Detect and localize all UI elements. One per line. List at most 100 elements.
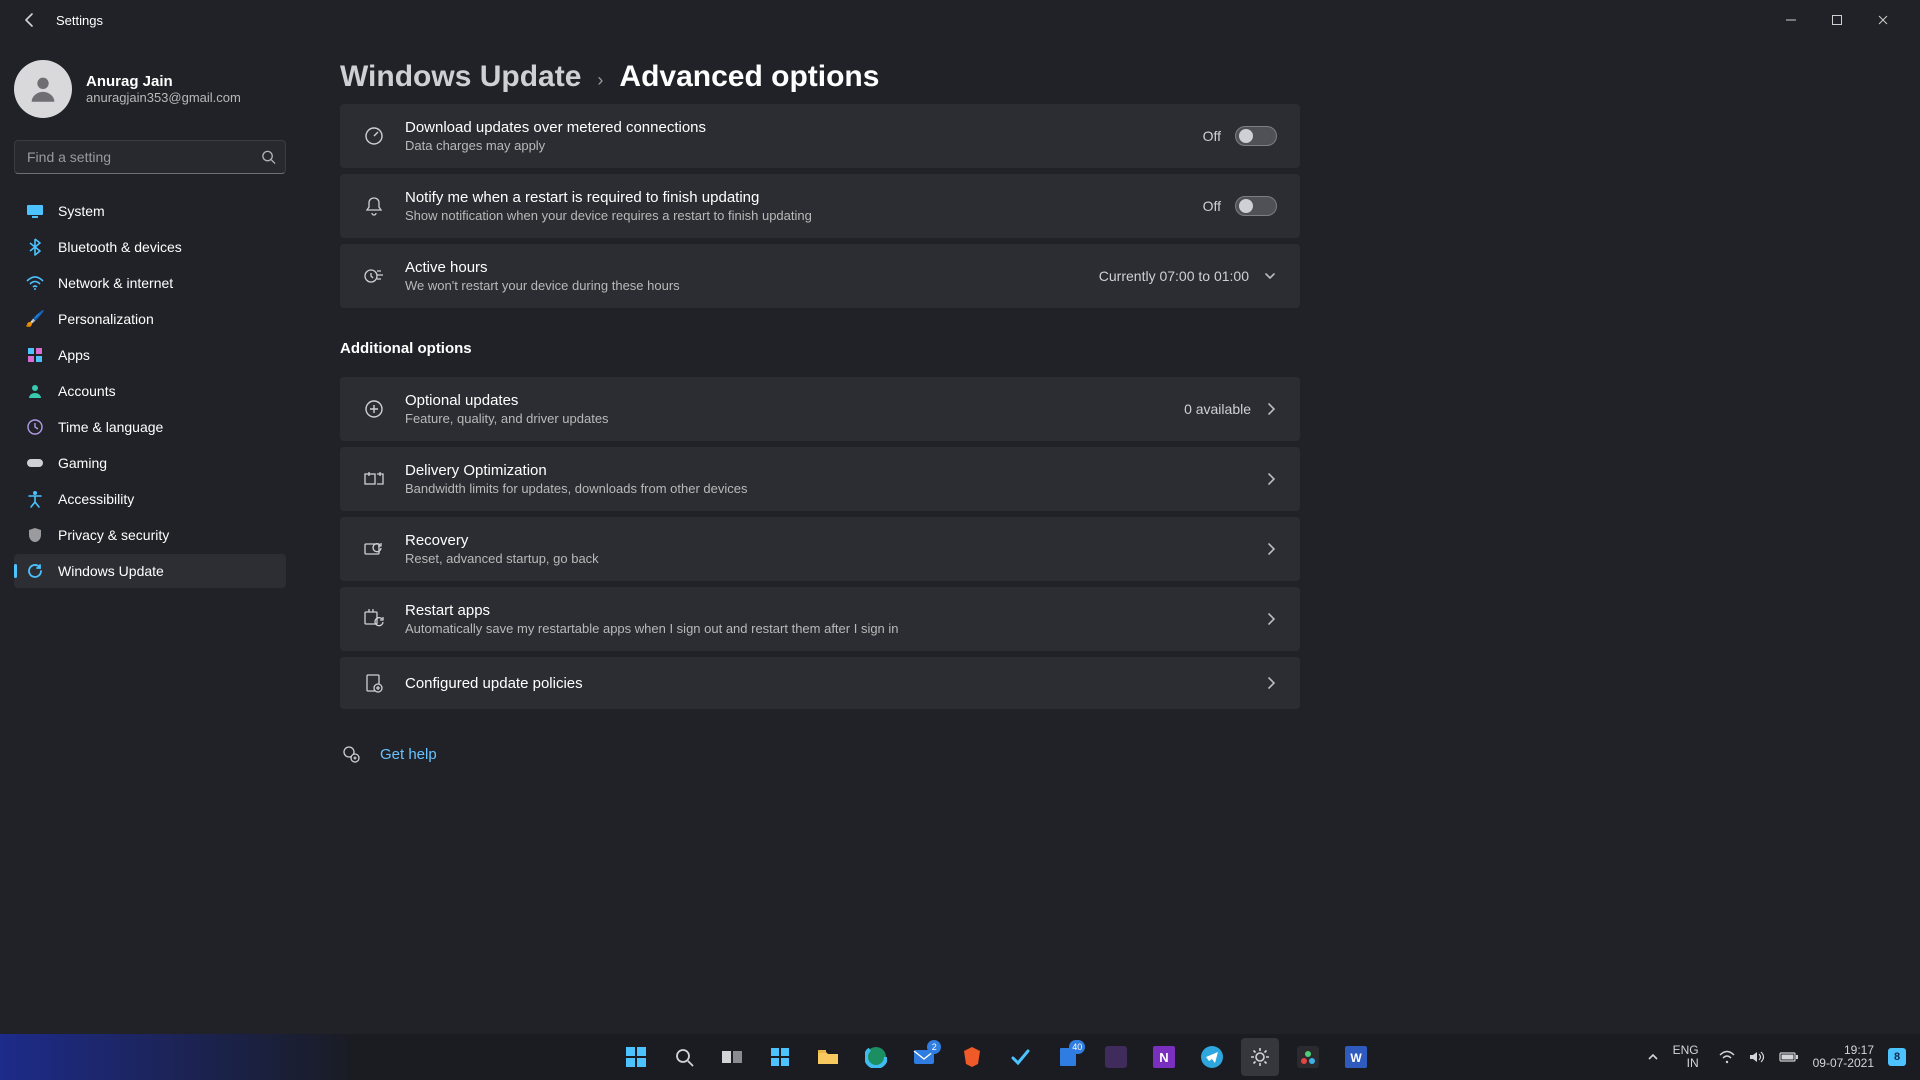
user-profile[interactable]: Anurag Jain anuragjain353@gmail.com — [14, 60, 286, 118]
user-email: anuragjain353@gmail.com — [86, 90, 241, 105]
back-button[interactable] — [14, 4, 46, 36]
help-icon — [340, 743, 362, 765]
toggle-notify-restart[interactable] — [1235, 196, 1277, 216]
restart-apps-icon — [363, 608, 385, 630]
sidebar-item-bluetooth[interactable]: Bluetooth & devices — [14, 230, 286, 264]
recovery-icon — [363, 538, 385, 560]
setting-title: Restart apps — [405, 602, 1245, 619]
setting-title: Active hours — [405, 259, 1079, 276]
tray-battery-icon[interactable] — [1779, 1051, 1799, 1063]
sidebar-item-label: Bluetooth & devices — [58, 239, 182, 255]
sidebar-item-label: System — [58, 203, 105, 219]
setting-configured-policies[interactable]: Configured update policies — [340, 657, 1300, 709]
delivery-icon — [363, 468, 385, 490]
bluetooth-icon — [26, 238, 44, 256]
taskbar-word-app[interactable]: 40 — [1049, 1038, 1087, 1076]
sidebar-item-label: Time & language — [58, 419, 163, 435]
maximize-button[interactable] — [1814, 4, 1860, 36]
sidebar-item-accessibility[interactable]: Accessibility — [14, 482, 286, 516]
sidebar-nav: System Bluetooth & devices Network & int… — [14, 194, 286, 588]
bell-icon — [363, 195, 385, 217]
chevron-right-icon — [1265, 612, 1277, 626]
setting-title: Download updates over metered connection… — [405, 119, 1183, 136]
tray-notification-count[interactable]: 8 — [1888, 1048, 1906, 1066]
sidebar-item-network[interactable]: Network & internet — [14, 266, 286, 300]
tray-wifi-icon[interactable] — [1719, 1050, 1735, 1064]
search-input[interactable] — [14, 140, 286, 174]
person-icon — [26, 72, 60, 106]
setting-notify-restart[interactable]: Notify me when a restart is required to … — [340, 174, 1300, 238]
setting-sub: Show notification when your device requi… — [405, 208, 1183, 223]
setting-sub: Data charges may apply — [405, 138, 1183, 153]
start-button[interactable] — [617, 1038, 655, 1076]
gamepad-icon — [26, 454, 44, 472]
sidebar-item-gaming[interactable]: Gaming — [14, 446, 286, 480]
taskbar-resolve[interactable] — [1289, 1038, 1327, 1076]
taskbar-amazon-music[interactable] — [1097, 1038, 1135, 1076]
get-help-link[interactable]: Get help — [340, 743, 1880, 765]
setting-title: Configured update policies — [405, 675, 1245, 692]
person-icon — [26, 382, 44, 400]
setting-sub: Reset, advanced startup, go back — [405, 551, 1245, 566]
sidebar-item-windows-update[interactable]: Windows Update — [14, 554, 286, 588]
tray-language[interactable]: ENG IN — [1673, 1044, 1699, 1070]
breadcrumb-parent[interactable]: Windows Update — [340, 60, 581, 94]
setting-recovery[interactable]: Recovery Reset, advanced startup, go bac… — [340, 517, 1300, 581]
arrow-left-icon — [22, 12, 38, 28]
setting-sub: Feature, quality, and driver updates — [405, 411, 1164, 426]
taskbar-todo[interactable] — [1001, 1038, 1039, 1076]
setting-optional-updates[interactable]: Optional updates Feature, quality, and d… — [340, 377, 1300, 441]
taskbar-brave[interactable] — [953, 1038, 991, 1076]
setting-title: Notify me when a restart is required to … — [405, 189, 1183, 206]
toggle-metered[interactable] — [1235, 126, 1277, 146]
tray-clock[interactable]: 19:17 09-07-2021 — [1813, 1044, 1874, 1070]
sidebar-item-time-language[interactable]: Time & language — [14, 410, 286, 444]
taskbar-taskview[interactable] — [713, 1038, 751, 1076]
taskbar-explorer[interactable] — [809, 1038, 847, 1076]
sidebar-item-apps[interactable]: Apps — [14, 338, 286, 372]
chevron-right-icon — [1265, 676, 1277, 690]
setting-restart-apps[interactable]: Restart apps Automatically save my resta… — [340, 587, 1300, 651]
taskbar-widgets[interactable] — [761, 1038, 799, 1076]
plus-circle-icon — [363, 398, 385, 420]
taskbar-search[interactable] — [665, 1038, 703, 1076]
get-help-label[interactable]: Get help — [380, 746, 437, 763]
setting-metered-connections[interactable]: Download updates over metered connection… — [340, 104, 1300, 168]
setting-title: Optional updates — [405, 392, 1164, 409]
search-box[interactable] — [14, 140, 286, 174]
close-button[interactable] — [1860, 4, 1906, 36]
sidebar-item-accounts[interactable]: Accounts — [14, 374, 286, 408]
sidebar-item-personalization[interactable]: 🖌️ Personalization — [14, 302, 286, 336]
tray-date: 09-07-2021 — [1813, 1057, 1874, 1070]
avatar — [14, 60, 72, 118]
tray-volume-icon[interactable] — [1749, 1050, 1765, 1064]
minimize-button[interactable] — [1768, 4, 1814, 36]
setting-active-hours[interactable]: Active hours We won't restart your devic… — [340, 244, 1300, 308]
svg-text:W: W — [1351, 1051, 1363, 1065]
shield-icon — [26, 526, 44, 544]
sidebar-item-system[interactable]: System — [14, 194, 286, 228]
setting-title: Recovery — [405, 532, 1245, 549]
sidebar-item-label: Apps — [58, 347, 90, 363]
user-name: Anurag Jain — [86, 73, 241, 90]
setting-sub: Bandwidth limits for updates, downloads … — [405, 481, 1245, 496]
toggle-state: Off — [1203, 198, 1221, 214]
taskbar-word[interactable]: W — [1337, 1038, 1375, 1076]
sidebar: Anurag Jain anuragjain353@gmail.com Syst… — [0, 40, 300, 1034]
taskbar-onenote[interactable]: N — [1145, 1038, 1183, 1076]
sidebar-item-label: Privacy & security — [58, 527, 169, 543]
taskbar-edge[interactable] — [857, 1038, 895, 1076]
taskbar-telegram[interactable] — [1193, 1038, 1231, 1076]
mail-badge: 2 — [927, 1040, 941, 1054]
chevron-right-icon — [1265, 402, 1277, 416]
titlebar: Settings — [0, 0, 1920, 40]
sidebar-item-privacy[interactable]: Privacy & security — [14, 518, 286, 552]
chevron-right-icon — [1265, 472, 1277, 486]
accessibility-icon — [26, 490, 44, 508]
sidebar-item-label: Windows Update — [58, 563, 164, 579]
taskbar-settings[interactable] — [1241, 1038, 1279, 1076]
tray-chevron-up-icon[interactable] — [1647, 1051, 1659, 1063]
taskbar-mail[interactable]: 2 — [905, 1038, 943, 1076]
setting-delivery-optimization[interactable]: Delivery Optimization Bandwidth limits f… — [340, 447, 1300, 511]
sidebar-item-label: Gaming — [58, 455, 107, 471]
